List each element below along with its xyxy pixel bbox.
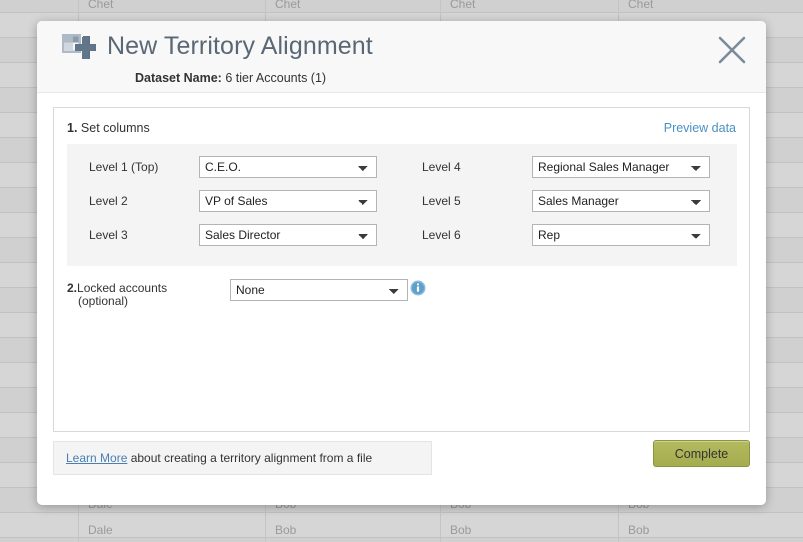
table-cell: Bob (450, 523, 472, 537)
level-5-label: Level 5 (422, 194, 461, 208)
table-cell: Chet (450, 0, 476, 11)
step-1-label: 1. Set columns (67, 121, 150, 135)
page-title: New Territory Alignment (107, 32, 373, 60)
table-cell: Dale (88, 523, 113, 537)
level-3-select[interactable]: Sales Director (199, 224, 377, 246)
step-1-text: Set columns (80, 121, 150, 135)
learn-more-link[interactable]: Learn More (66, 451, 127, 465)
step-1-number: 1. (67, 121, 78, 135)
new-territory-alignment-dialog: New Territory Alignment Dataset Name: 6 … (37, 21, 766, 505)
complete-button[interactable]: Complete (653, 440, 750, 467)
level-4-label: Level 4 (422, 160, 461, 174)
level-6-label: Level 6 (422, 228, 461, 242)
level-6-select[interactable]: Rep (532, 224, 710, 246)
level-5-select[interactable]: Sales Manager (532, 190, 710, 212)
level-3-label: Level 3 (89, 228, 128, 242)
dataset-name-line: Dataset Name: 6 tier Accounts (1) (135, 71, 326, 85)
table-cell: Chet (88, 0, 114, 11)
learn-more-bar: Learn More about creating a territory al… (53, 441, 432, 475)
locked-accounts-select[interactable]: None (230, 279, 408, 301)
level-2-label: Level 2 (89, 194, 128, 208)
level-4-select[interactable]: Regional Sales Manager (532, 156, 710, 178)
set-columns-grid: Level 1 (Top) C.E.O. Level 2 VP of Sales… (67, 144, 737, 266)
close-icon[interactable] (715, 33, 749, 67)
table-cell: Bob (628, 523, 650, 537)
preview-data-link[interactable]: Preview data (664, 121, 736, 135)
dialog-content-panel: 1. Set columns Preview data Level 1 (Top… (53, 107, 750, 432)
new-table-plus-icon (62, 33, 96, 66)
level-1-select[interactable]: C.E.O. (199, 156, 377, 178)
info-icon[interactable] (410, 280, 426, 296)
table-cell: Bob (275, 523, 297, 537)
table-row (0, 0, 803, 13)
step-2-text: Locked accounts (77, 281, 168, 295)
step-2-label: 2.Locked accounts (optional) (67, 282, 237, 308)
table-cell: Chet (275, 0, 301, 11)
table-row (0, 513, 803, 538)
table-row (0, 538, 803, 542)
step-2-sublabel: (optional) (78, 294, 129, 308)
dataset-name-label: Dataset Name: (135, 71, 222, 85)
dialog-header: New Territory Alignment Dataset Name: 6 … (37, 21, 766, 93)
table-cell: Chet (628, 0, 654, 11)
dataset-name-value: 6 tier Accounts (1) (225, 71, 327, 85)
learn-more-text: Learn More about creating a territory al… (66, 451, 372, 465)
level-1-label: Level 1 (Top) (89, 160, 159, 174)
learn-more-rest: about creating a territory alignment fro… (127, 451, 373, 465)
level-2-select[interactable]: VP of Sales (199, 190, 377, 212)
step-2-number: 2. (67, 281, 78, 295)
